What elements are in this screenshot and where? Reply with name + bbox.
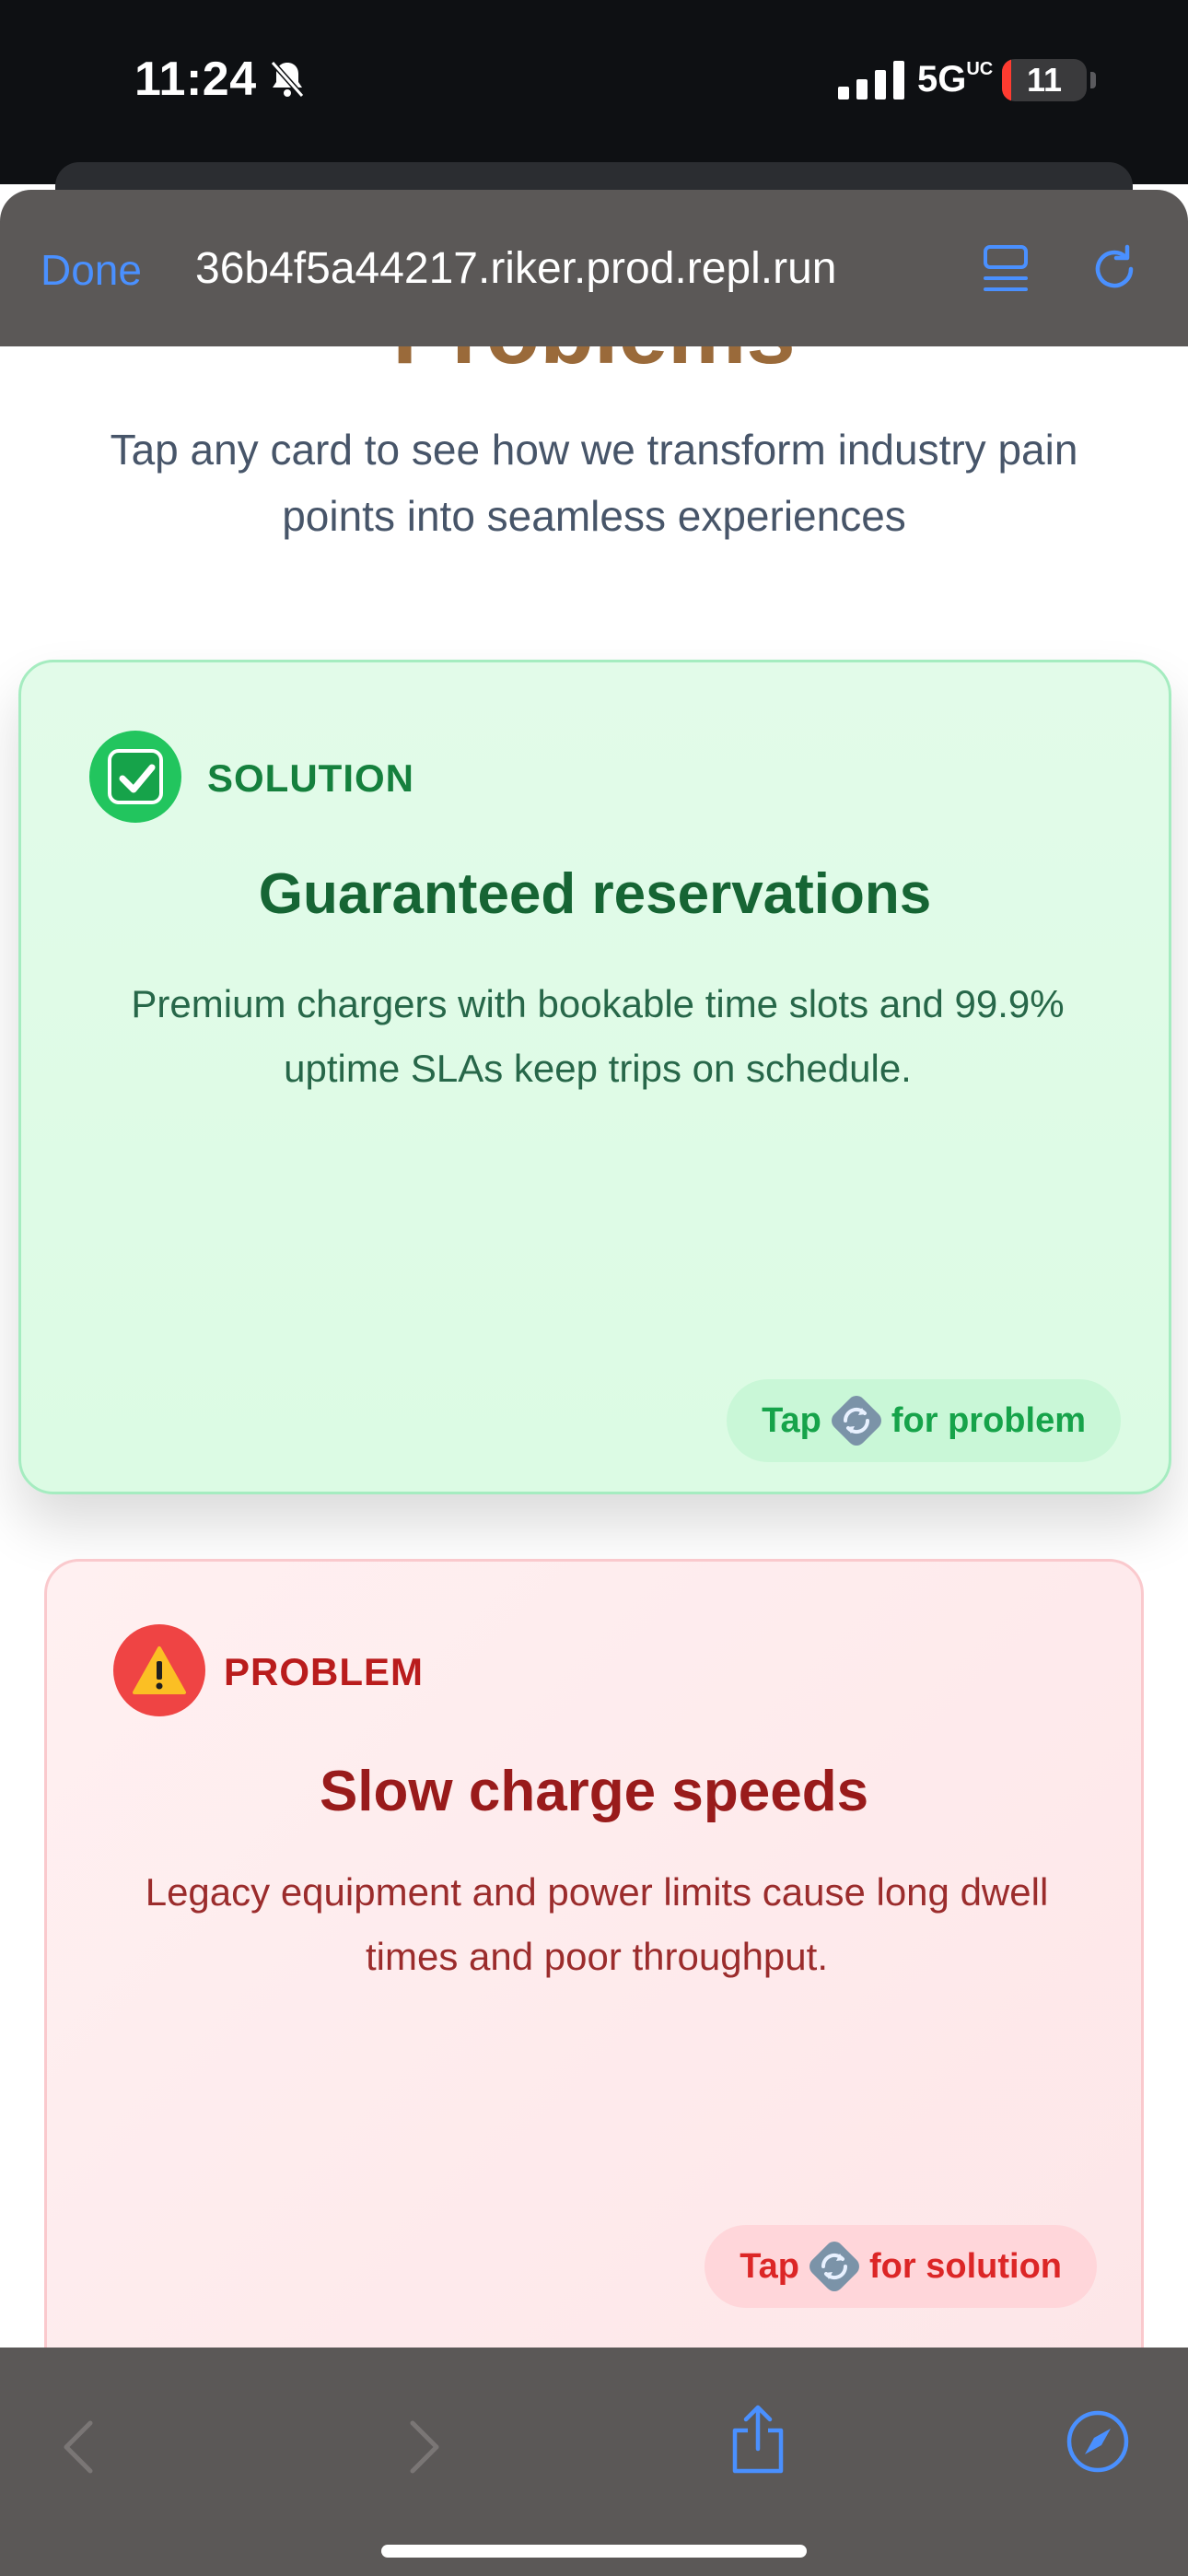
card-title: Guaranteed reservations bbox=[258, 862, 932, 926]
done-button[interactable]: Done bbox=[41, 245, 142, 295]
reload-icon[interactable] bbox=[1087, 241, 1142, 297]
url-field[interactable]: 36b4f5a44217.riker.prod.repl.run bbox=[195, 243, 950, 294]
home-indicator bbox=[381, 2545, 807, 2558]
battery-level: 11 bbox=[1026, 61, 1063, 99]
safari-compass-icon[interactable] bbox=[1065, 2408, 1131, 2475]
share-icon[interactable] bbox=[728, 2403, 788, 2476]
reader-icon[interactable] bbox=[980, 241, 1031, 297]
card-badge-label: PROBLEM bbox=[224, 1650, 424, 1693]
browser-top-bar: Done 36b4f5a44217.riker.prod.repl.run bbox=[0, 190, 1188, 346]
flip-card-solution[interactable]: SOLUTION Guaranteed reservations Premium… bbox=[18, 660, 1171, 1494]
card-badge-label: SOLUTION bbox=[207, 756, 414, 800]
warning-icon bbox=[133, 1646, 186, 1694]
browser-bottom-toolbar bbox=[0, 2348, 1188, 2576]
card-description: Legacy equipment and power limits cause … bbox=[145, 1870, 1049, 1978]
network-type: 5GUC bbox=[917, 59, 994, 100]
back-icon[interactable] bbox=[55, 2418, 101, 2476]
flip-arrows-icon bbox=[809, 2242, 860, 2291]
status-time: 11:24 bbox=[134, 53, 257, 106]
bell-slash-icon bbox=[270, 61, 305, 98]
tap-label: Tap bbox=[762, 1400, 821, 1440]
problem-badge bbox=[113, 1624, 205, 1716]
flip-arrows-icon bbox=[831, 1396, 881, 1446]
check-mark-icon bbox=[108, 749, 163, 804]
battery-cap bbox=[1090, 72, 1096, 88]
section-subtitle: Tap any card to see how we transform ind… bbox=[110, 426, 1078, 540]
card-title: Slow charge speeds bbox=[319, 1760, 869, 1823]
battery-icon: 11 bbox=[1002, 59, 1087, 101]
signal-icon bbox=[838, 61, 904, 100]
tap-target-label: for solution bbox=[869, 2246, 1062, 2286]
card-description: Premium chargers with bookable time slot… bbox=[131, 982, 1065, 1090]
tap-target-label: for problem bbox=[891, 1400, 1086, 1440]
solution-badge bbox=[89, 731, 181, 823]
flip-hint-button[interactable]: Tap for problem bbox=[727, 1379, 1121, 1462]
status-bar: 11:24 5GUC 11 bbox=[0, 0, 1188, 199]
forward-icon[interactable] bbox=[402, 2418, 448, 2476]
flip-hint-button[interactable]: Tap for solution bbox=[705, 2225, 1097, 2308]
tap-label: Tap bbox=[740, 2246, 800, 2286]
page-content[interactable]: Tap any card to see how we transform ind… bbox=[0, 346, 1188, 2348]
flip-card-problem[interactable]: PROBLEM Slow charge speeds Legacy equipm… bbox=[44, 1559, 1144, 2348]
